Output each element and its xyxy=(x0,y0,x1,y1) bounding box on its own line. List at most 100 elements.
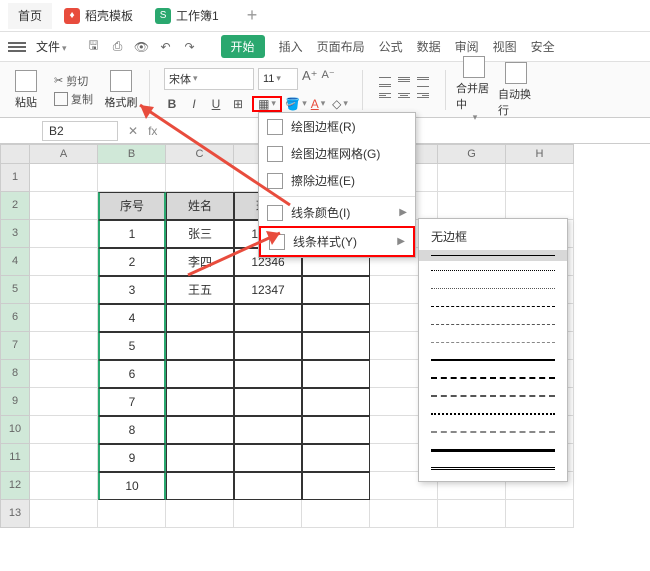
hamburger-button[interactable] xyxy=(8,42,26,52)
cell[interactable] xyxy=(302,360,370,388)
tab-home[interactable]: 首页 xyxy=(8,3,52,29)
cell[interactable] xyxy=(30,472,98,500)
cell[interactable] xyxy=(30,276,98,304)
new-tab-button[interactable]: + xyxy=(247,5,258,26)
cell[interactable] xyxy=(30,444,98,472)
tab-layout[interactable]: 页面布局 xyxy=(317,38,365,55)
align-right-icon[interactable] xyxy=(415,91,431,105)
line-none[interactable]: 无边框 xyxy=(419,223,567,250)
cell[interactable]: 7 xyxy=(98,388,166,416)
cell[interactable] xyxy=(166,500,234,528)
cell[interactable] xyxy=(302,332,370,360)
line-thick[interactable] xyxy=(419,441,567,459)
paste-button[interactable]: 粘贴 xyxy=(8,70,44,110)
line-dashdotdot[interactable] xyxy=(419,333,567,351)
row-header[interactable]: 1 xyxy=(0,164,30,192)
undo-icon[interactable]: ↶ xyxy=(157,38,175,56)
cell[interactable]: 6 xyxy=(98,360,166,388)
align-bottom-icon[interactable] xyxy=(415,75,431,89)
tab-formula[interactable]: 公式 xyxy=(379,38,403,55)
cell[interactable]: 2 xyxy=(98,248,166,276)
align-center-icon[interactable] xyxy=(396,91,412,105)
cell[interactable]: 10 xyxy=(98,472,166,500)
cell[interactable] xyxy=(166,304,234,332)
cell[interactable] xyxy=(438,164,506,192)
cell[interactable] xyxy=(438,500,506,528)
tab-view[interactable]: 视图 xyxy=(493,38,517,55)
cell[interactable] xyxy=(302,500,370,528)
line-mdash[interactable] xyxy=(419,369,567,387)
tab-start[interactable]: 开始 xyxy=(221,35,265,58)
cell[interactable] xyxy=(234,360,302,388)
row-header[interactable]: 11 xyxy=(0,444,30,472)
align-left-icon[interactable] xyxy=(377,91,393,105)
cell[interactable]: 5 xyxy=(98,332,166,360)
row-header[interactable]: 6 xyxy=(0,304,30,332)
redo-icon[interactable]: ↷ xyxy=(181,38,199,56)
cell[interactable] xyxy=(506,192,574,220)
cell[interactable] xyxy=(30,388,98,416)
line-dashdot[interactable] xyxy=(419,315,567,333)
tab-data[interactable]: 数据 xyxy=(417,38,441,55)
col-G[interactable]: G xyxy=(438,144,506,164)
cell[interactable] xyxy=(302,388,370,416)
name-box[interactable]: B2 xyxy=(42,121,118,141)
tab-safe[interactable]: 安全 xyxy=(531,38,555,55)
font-name-select[interactable]: 宋体 xyxy=(164,68,254,90)
cell[interactable]: 1 xyxy=(98,220,166,248)
cell[interactable] xyxy=(30,500,98,528)
cell[interactable]: 9 xyxy=(98,444,166,472)
copy-button[interactable]: 复制 xyxy=(54,91,93,107)
clear-button[interactable]: ◇ xyxy=(332,96,348,112)
cell[interactable] xyxy=(30,332,98,360)
tab-insert[interactable]: 插入 xyxy=(279,38,303,55)
cell[interactable] xyxy=(30,360,98,388)
save-icon[interactable]: 🖫 xyxy=(85,38,103,56)
cell[interactable] xyxy=(166,416,234,444)
merge-button[interactable]: 合并居中 xyxy=(456,56,492,123)
cell[interactable]: 4 xyxy=(98,304,166,332)
col-H[interactable]: H xyxy=(506,144,574,164)
cell[interactable] xyxy=(30,416,98,444)
cut-button[interactable]: ✂剪切 xyxy=(54,73,93,89)
align-top-icon[interactable] xyxy=(377,75,393,89)
row-header[interactable]: 4 xyxy=(0,248,30,276)
row-header[interactable]: 8 xyxy=(0,360,30,388)
cell[interactable] xyxy=(370,500,438,528)
cell[interactable] xyxy=(234,388,302,416)
cell[interactable] xyxy=(30,248,98,276)
increase-font-icon[interactable]: A⁺ xyxy=(302,68,318,90)
cell[interactable] xyxy=(438,192,506,220)
cell[interactable] xyxy=(30,192,98,220)
row-header[interactable]: 12 xyxy=(0,472,30,500)
cell[interactable] xyxy=(234,304,302,332)
row-header[interactable]: 5 xyxy=(0,276,30,304)
print-icon[interactable]: ⎙ xyxy=(109,38,127,56)
file-button[interactable]: 文件 xyxy=(30,36,73,57)
select-all-corner[interactable] xyxy=(0,144,30,164)
row-header[interactable]: 3 xyxy=(0,220,30,248)
cell[interactable] xyxy=(302,444,370,472)
cell[interactable] xyxy=(30,164,98,192)
cell[interactable] xyxy=(98,500,166,528)
cell[interactable] xyxy=(166,388,234,416)
cell[interactable]: 8 xyxy=(98,416,166,444)
font-size-select[interactable]: 11 xyxy=(258,68,298,90)
line-medium[interactable] xyxy=(419,351,567,369)
cell[interactable] xyxy=(30,304,98,332)
cell[interactable] xyxy=(506,164,574,192)
cell[interactable] xyxy=(166,360,234,388)
row-header[interactable]: 2 xyxy=(0,192,30,220)
line-double[interactable] xyxy=(419,459,567,477)
line-mdashdotdot[interactable] xyxy=(419,405,567,423)
line-slant[interactable] xyxy=(419,423,567,441)
line-dash1[interactable] xyxy=(419,297,567,315)
tab-template[interactable]: ♦稻壳模板 xyxy=(54,3,143,29)
row-header[interactable]: 10 xyxy=(0,416,30,444)
cell[interactable] xyxy=(302,416,370,444)
decrease-font-icon[interactable]: A⁻ xyxy=(322,68,335,90)
preview-icon[interactable]: 👁 xyxy=(133,38,151,56)
row-header[interactable]: 7 xyxy=(0,332,30,360)
line-thin[interactable] xyxy=(419,250,567,261)
cell[interactable] xyxy=(506,500,574,528)
